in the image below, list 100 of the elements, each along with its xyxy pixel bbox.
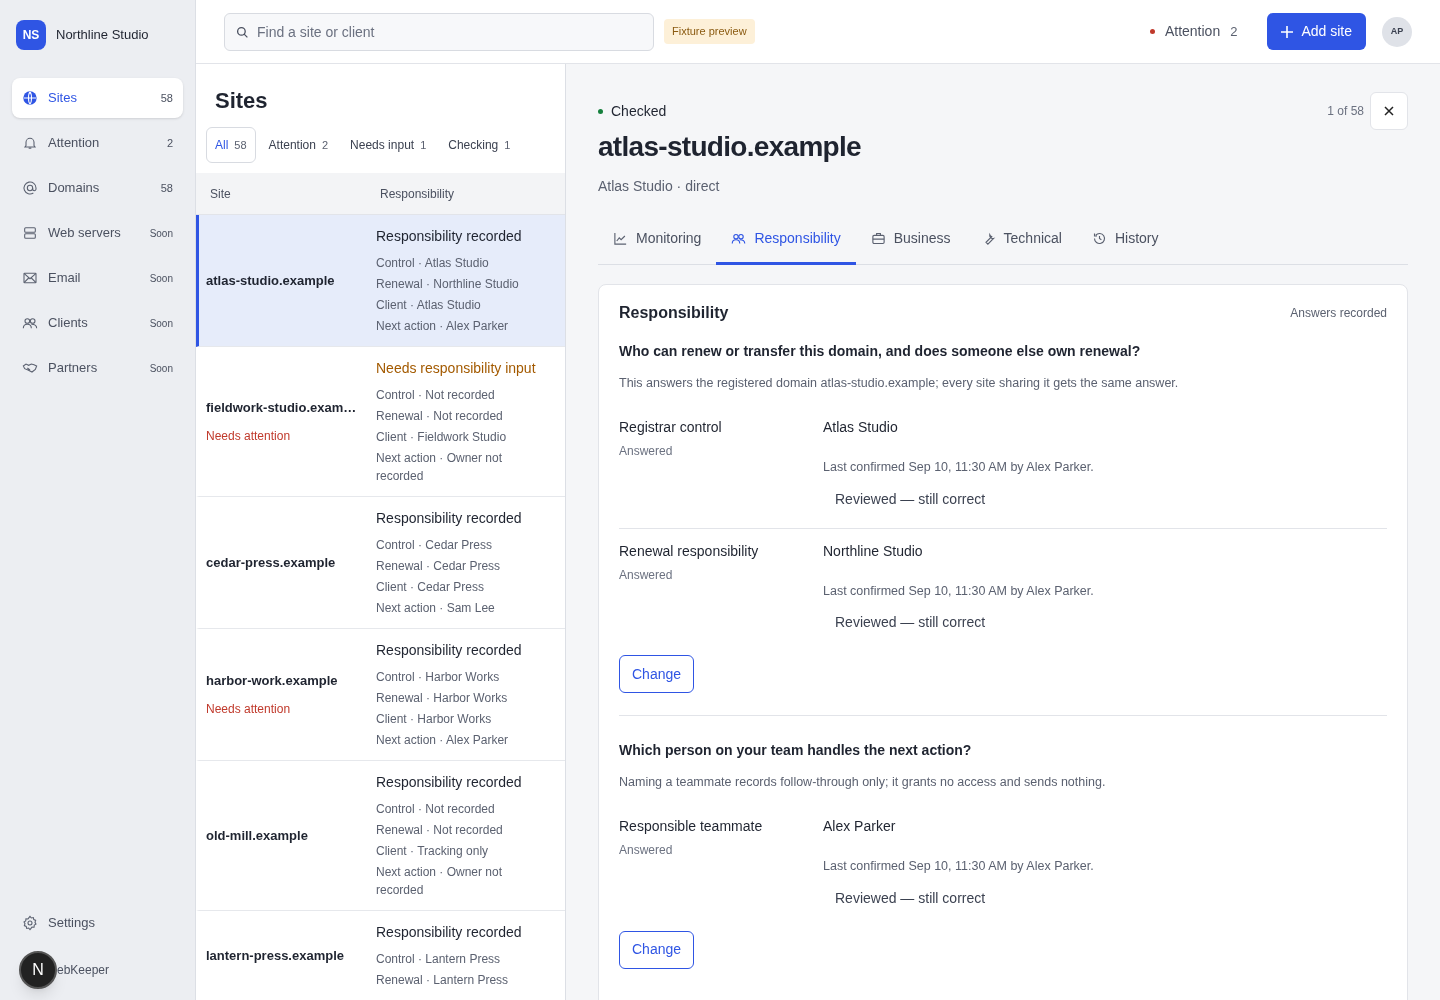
site-name: atlas-studio.example bbox=[206, 271, 336, 290]
review-button[interactable]: Reviewed — still correct bbox=[823, 484, 998, 514]
field-label: Registrar control bbox=[619, 417, 723, 437]
responsibility-detail: Next action · Alex Parker bbox=[376, 732, 510, 749]
review-button[interactable]: Reviewed — still correct bbox=[823, 608, 998, 638]
responsibility-detail: Control · Cedar Press bbox=[376, 537, 494, 554]
responsibility-detail: Control · Atlas Studio bbox=[376, 255, 490, 272]
add-site-button[interactable]: Add site bbox=[1267, 13, 1366, 50]
user-avatar[interactable]: AP bbox=[1382, 16, 1412, 47]
responsibility-detail: Client · Harbor Works bbox=[376, 711, 493, 728]
at-sign-icon bbox=[22, 180, 38, 196]
chart-icon bbox=[613, 231, 628, 246]
review-button[interactable]: Reviewed — still correct bbox=[823, 883, 998, 913]
attention-label: Needs attention bbox=[206, 428, 292, 446]
position-label: 1 of 58 bbox=[1327, 103, 1364, 120]
responsibility-detail: Renewal · Not recorded bbox=[376, 822, 504, 839]
site-row[interactable]: lantern-press.example Responsibility recorded Control · Lantern Press Renewal · Lantern Press bbox=[196, 911, 565, 1000]
detail-tab[interactable]: Business bbox=[855, 215, 966, 265]
field-value: Alex Parker bbox=[823, 817, 896, 836]
site-name: harbor-work.example bbox=[206, 671, 339, 690]
responsibility-detail: Renewal · Not recorded bbox=[376, 408, 504, 425]
responsibility-detail: Control · Harbor Works bbox=[376, 669, 501, 686]
filter-tab[interactable]: Checking 1 bbox=[439, 127, 520, 163]
site-row[interactable]: old-mill.example Responsibility recorded Control · Not recorded Renewal · Not recorded Client · Tracking only Next action · Owner not recorded bbox=[196, 761, 565, 911]
column-header: Site bbox=[210, 185, 232, 203]
server-icon bbox=[22, 225, 38, 241]
responsibility-status: Responsibility recorded bbox=[376, 641, 523, 660]
nav-item[interactable]: Clients Soon bbox=[12, 303, 183, 343]
change-button[interactable]: Change bbox=[619, 655, 695, 694]
responsibility-detail: Client · Fieldwork Studio bbox=[376, 429, 508, 446]
history-icon bbox=[1091, 231, 1107, 246]
responsibility-detail: Renewal · Northline Studio bbox=[376, 276, 520, 293]
responsibility-status: Responsibility recorded bbox=[376, 509, 523, 528]
field-label: Responsible teammate bbox=[619, 817, 764, 836]
nav-count: Soon bbox=[149, 271, 173, 286]
field-state: Answered bbox=[619, 566, 674, 584]
search-field[interactable]: Find a site or client bbox=[224, 12, 654, 51]
site-row[interactable]: cedar-press.example Responsibility recorded Control · Cedar Press Renewal · Cedar Press Client · Cedar Press Next action · Sam Lee bbox=[196, 497, 565, 629]
settings-icon bbox=[22, 915, 38, 931]
close-icon bbox=[1384, 106, 1394, 116]
site-name: cedar-press.example bbox=[206, 553, 337, 572]
card-title: Responsibility bbox=[619, 303, 729, 323]
attention-count: 2 bbox=[1230, 22, 1238, 41]
settings-item[interactable]: Settings bbox=[12, 906, 183, 940]
responsibility-status: Responsibility recorded bbox=[376, 923, 523, 942]
responsibility-detail: Control · Lantern Press bbox=[376, 951, 502, 968]
app-badge[interactable]: N bbox=[19, 951, 57, 989]
responsibility-detail: Client · Cedar Press bbox=[376, 579, 486, 596]
bell-icon bbox=[22, 135, 38, 151]
brand-logo: NS bbox=[16, 20, 46, 50]
nav-item[interactable]: Sites 58 bbox=[12, 78, 183, 118]
people-icon bbox=[22, 315, 38, 331]
detail-tab[interactable]: Responsibility bbox=[716, 215, 856, 265]
attention-label[interactable]: Attention bbox=[1164, 21, 1221, 42]
detail-tab[interactable]: History bbox=[1076, 215, 1174, 265]
site-name: fieldwork-studio.exam… bbox=[206, 398, 358, 417]
detail-tab[interactable]: Technical bbox=[965, 215, 1077, 265]
site-row[interactable]: harbor-work.example Needs attention Responsibility recorded Control · Harbor Works Renewal · Harbor Works Client · Harbor Works Next action · Alex Parker bbox=[196, 629, 565, 761]
briefcase-icon bbox=[870, 231, 886, 246]
responsibility-detail: Renewal · Cedar Press bbox=[376, 558, 502, 575]
filter-tab[interactable]: All 58 bbox=[206, 127, 256, 163]
field-state: Answered bbox=[619, 842, 674, 859]
responsibility-detail: Renewal · Harbor Works bbox=[376, 690, 509, 707]
question-note: This answers the registered domain atlas-studio.example; every site sharing it gets the same answer. bbox=[619, 375, 1180, 392]
preview-badge: Fixture preview bbox=[664, 19, 755, 44]
field-value: Northline Studio bbox=[823, 541, 923, 561]
nav-item[interactable]: Attention 2 bbox=[12, 123, 183, 163]
responsibility-detail: Next action · Alex Parker bbox=[376, 318, 510, 335]
globe-icon bbox=[22, 90, 38, 106]
nav-count: Soon bbox=[149, 361, 173, 376]
responsibility-detail: Client · Atlas Studio bbox=[376, 297, 482, 314]
search-icon bbox=[236, 25, 249, 39]
site-title: atlas-studio.example bbox=[598, 130, 862, 164]
nav-count: 2 bbox=[166, 135, 173, 151]
nav-count: Soon bbox=[149, 226, 173, 241]
plus-icon bbox=[1281, 25, 1294, 38]
site-row[interactable]: atlas-studio.example Responsibility recorded Control · Atlas Studio Renewal · Northline Studio Client · Atlas Studio Next action · Alex Parker bbox=[196, 215, 565, 347]
responsibility-detail: Client · Tracking only bbox=[376, 843, 490, 860]
responsibility-detail: Next action · Owner not recorded bbox=[376, 864, 504, 899]
envelope-icon bbox=[22, 270, 38, 286]
nav-item[interactable]: Domains 58 bbox=[12, 168, 183, 208]
detail-tab[interactable]: Monitoring bbox=[598, 215, 717, 265]
nav-item[interactable]: Partners Soon bbox=[12, 348, 183, 388]
filter-tab[interactable]: Needs input 1 bbox=[341, 127, 436, 163]
nav-count: 58 bbox=[160, 180, 173, 196]
responsibility-detail: Next action · Owner not recorded bbox=[376, 450, 504, 485]
attention-label: Needs attention bbox=[206, 701, 292, 719]
change-button[interactable]: Change bbox=[619, 930, 695, 969]
site-name: lantern-press.example bbox=[206, 946, 345, 965]
field-value: Atlas Studio bbox=[823, 417, 898, 437]
responsibility-detail: Control · Not recorded bbox=[376, 387, 496, 404]
site-row[interactable]: fieldwork-studio.exam… Needs attention Needs responsibility input Control · Not recorded Renewal · Not recorded Client · Fieldwork Studio Next action · Owner not recorded bbox=[196, 347, 565, 497]
responsibility-detail: Control · Not recorded bbox=[376, 801, 496, 818]
responsibility-detail: Renewal · Lantern Press bbox=[376, 972, 510, 989]
filter-tab[interactable]: Attention 2 bbox=[259, 127, 338, 163]
nav-item[interactable]: Web servers Soon bbox=[12, 213, 183, 253]
close-button[interactable] bbox=[1370, 92, 1408, 130]
responsibility-status: Responsibility recorded bbox=[376, 227, 523, 246]
field-label: Renewal responsibility bbox=[619, 541, 760, 561]
nav-item[interactable]: Email Soon bbox=[12, 258, 183, 298]
